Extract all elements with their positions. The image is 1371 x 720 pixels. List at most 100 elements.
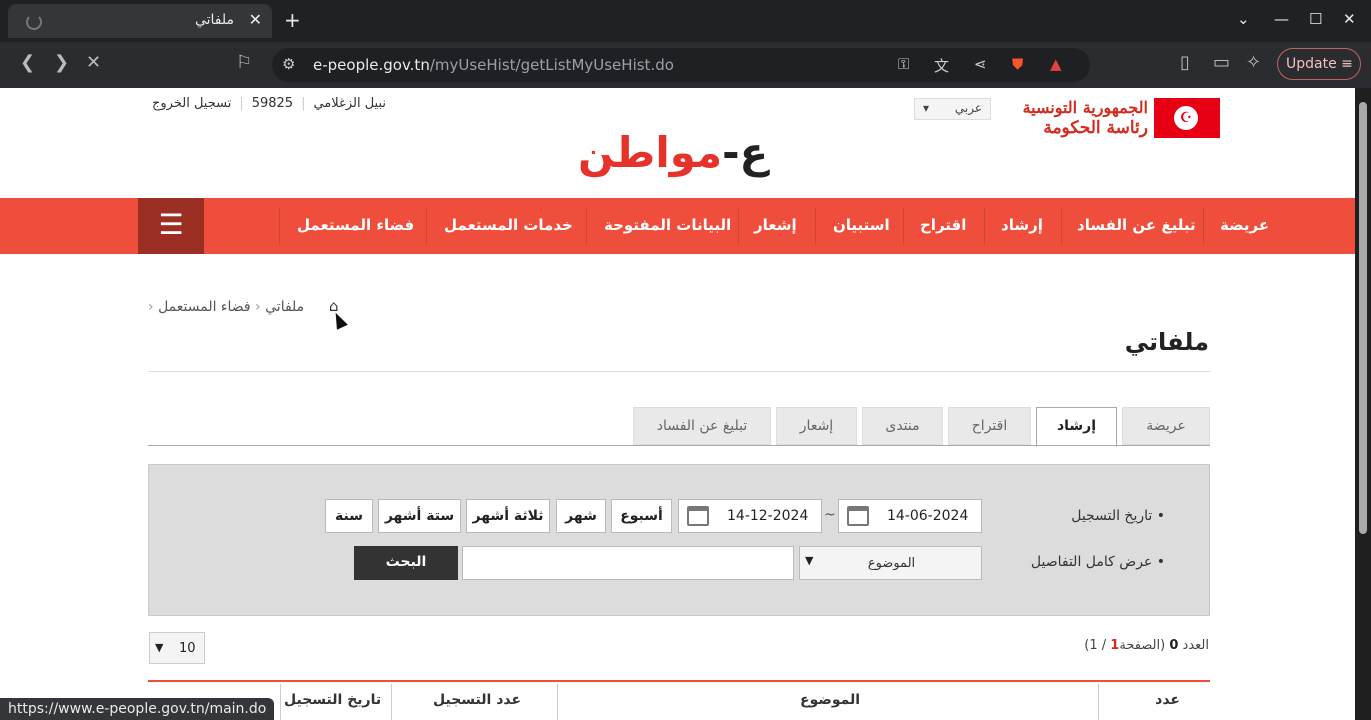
wallet-icon[interactable]: ▭ (1213, 52, 1230, 73)
breadcrumb-current: ملفاتي (265, 299, 305, 315)
date-to-field[interactable]: 14-12-2024 (678, 499, 822, 533)
period-6months-button[interactable]: ستة أشهر (378, 499, 461, 533)
language-value: عربي (954, 101, 982, 115)
url-path: /myUseHist/getListMyUseHist.do (429, 56, 674, 74)
back-icon[interactable]: ❮ (20, 52, 35, 73)
nav-item-survey[interactable]: استبيان (833, 216, 890, 234)
update-button[interactable]: Update ≡ (1277, 48, 1361, 80)
chevron-down-icon: ▼ (155, 641, 164, 654)
period-3months-button[interactable]: ثلاثة أشهر (466, 499, 550, 533)
calendar-icon[interactable] (847, 506, 869, 526)
translate-icon[interactable]: 文 (934, 55, 949, 76)
tab-forum[interactable]: منتدى (862, 407, 943, 445)
share-icon[interactable]: ⋖ (974, 55, 987, 73)
minimize-icon[interactable]: — (1274, 10, 1289, 28)
browser-tab[interactable]: ملفاتي ✕ (8, 4, 272, 38)
details-label: • عرض كامل التفاصيل (1030, 554, 1165, 570)
tab-suggestion[interactable]: اقتراح (948, 407, 1031, 445)
logout-link[interactable]: تسجيل الخروج (152, 96, 231, 111)
breadcrumb-user-space[interactable]: فضاء المستعمل (158, 299, 251, 315)
tab-notification[interactable]: إشعار (776, 407, 857, 445)
web-page: ☪ الجمهورية التونسية رئاسة الحكومة عربي ▾… (0, 88, 1355, 720)
date-from-field[interactable]: 14-06-2024 (838, 499, 982, 533)
search-input[interactable] (462, 546, 794, 580)
browser-tab-strip: ملفاتي ✕ + ⌄ — ☐ ✕ (0, 0, 1371, 42)
tab-search-icon[interactable]: ⌄ (1237, 10, 1250, 28)
breadcrumb: ملفاتي ‹ فضاء المستعمل ‹ (148, 299, 305, 315)
stop-loading-icon[interactable]: ✕ (86, 52, 101, 73)
user-bar: نبيل الزغلامي|59825|تسجيل الخروج (152, 96, 387, 111)
nav-item-petition[interactable]: عريضة (1220, 216, 1269, 234)
col-registration-number: عدد التسجيل (433, 692, 522, 708)
page-size-value: 10 (179, 641, 196, 656)
bookmark-icon[interactable]: ⚐ (236, 52, 252, 73)
page-current: 1 (1110, 638, 1120, 653)
logo-prefix: ع- (722, 128, 769, 177)
user-name[interactable]: نبيل الزغلامي (313, 96, 386, 111)
date-to-value: 14-12-2024 (727, 508, 809, 524)
tab-report-corruption[interactable]: تبليغ عن الفساد (633, 407, 771, 445)
hamburger-menu-icon[interactable]: ☰ (138, 198, 204, 254)
page-scrollbar[interactable] (1355, 88, 1371, 720)
calendar-icon[interactable] (687, 506, 709, 526)
page-total: / 1) (1084, 638, 1107, 653)
count-value: 0 (1169, 638, 1179, 653)
tab-guidance[interactable]: إرشاد (1036, 407, 1117, 447)
subject-select-value: الموضوع (867, 556, 916, 571)
brave-shield-icon[interactable]: ⛊ (1012, 55, 1023, 73)
nav-item-notification[interactable]: إشعار (754, 216, 797, 234)
address-bar[interactable]: ⚙ e-people.gov.tn/myUseHist/getListMyUse… (272, 48, 1090, 82)
nav-item-open-data[interactable]: البيانات المفتوحة (604, 216, 731, 234)
search-button[interactable]: البحث (354, 546, 458, 580)
url-text: e-people.gov.tn/myUseHist/getListMyUseHi… (313, 56, 674, 74)
menu-icon: ≡ (1341, 56, 1353, 72)
period-week-button[interactable]: أسبوع (611, 499, 672, 533)
loading-spinner-icon (26, 14, 42, 30)
new-tab-button[interactable]: + (284, 8, 301, 32)
nav-item-suggestion[interactable]: اقتراح (920, 216, 966, 234)
col-registration-date: تاريخ التسجيل (284, 692, 382, 708)
page-label: (الصفحة (1119, 638, 1166, 653)
sidebar-icon[interactable]: ▯ (1180, 52, 1190, 73)
results-count: العدد 0 (الصفحة1 / 1) (1084, 638, 1209, 653)
url-host: e-people.gov.tn (313, 56, 430, 74)
chevron-down-icon: ▾ (923, 101, 930, 115)
tab-title: ملفاتي (194, 12, 234, 28)
maximize-icon[interactable]: ☐ (1309, 10, 1322, 28)
period-year-button[interactable]: سنة (325, 499, 373, 533)
gov-title-line1: الجمهورية التونسية (1022, 98, 1148, 117)
scroll-thumb[interactable] (1359, 102, 1367, 534)
page-title: ملفاتي (1124, 328, 1209, 356)
results-table-header: عدد الموضوع عدد التسجيل تاريخ التسجيل (148, 680, 1210, 720)
e-people-logo[interactable]: ع-مواطن (578, 128, 768, 177)
nav-item-user-space[interactable]: فضاء المستعمل (297, 216, 414, 234)
status-bar: https://www.e-people.gov.tn/main.do (0, 698, 275, 720)
date-from-value: 14-06-2024 (887, 508, 969, 524)
language-select[interactable]: عربي ▾ (914, 98, 991, 120)
site-info-icon[interactable]: ⚙ (282, 55, 295, 73)
gov-title-line2: رئاسة الحكومة (1043, 118, 1148, 138)
tab-petition[interactable]: عريضة (1122, 407, 1210, 445)
col-subject: الموضوع (800, 692, 861, 708)
forward-icon[interactable]: ❯ (54, 52, 69, 73)
browser-toolbar: ❮ ❯ ✕ ⚐ ⚙ e-people.gov.tn/myUseHist/getL… (0, 42, 1371, 88)
tunisia-flag-logo[interactable]: ☪ (1154, 98, 1220, 138)
date-label-text: تاريخ التسجيل (1071, 508, 1153, 524)
brave-rewards-icon[interactable]: ▲ (1050, 55, 1062, 73)
close-window-icon[interactable]: ✕ (1343, 10, 1356, 28)
key-icon[interactable]: ⚿ (898, 55, 909, 73)
mouse-cursor-icon (330, 310, 348, 330)
col-number: عدد (1155, 692, 1180, 708)
nav-item-report-corruption[interactable]: تبليغ عن الفساد (1077, 216, 1196, 234)
logo-text: مواطن (578, 128, 723, 177)
leo-ai-icon[interactable]: ✧ (1246, 52, 1261, 73)
subject-select[interactable]: ▼ الموضوع (799, 546, 982, 580)
tab-close-icon[interactable]: ✕ (249, 10, 262, 29)
main-nav: ☰ عريضة تبليغ عن الفساد إرشاد اقتراح است… (0, 198, 1355, 254)
date-range-separator: ~ (824, 507, 836, 523)
count-label: العدد (1182, 638, 1209, 653)
period-month-button[interactable]: شهر (556, 499, 606, 533)
page-size-select[interactable]: ▼ 10 (149, 632, 205, 664)
nav-item-user-services[interactable]: خدمات المستعمل (444, 216, 573, 234)
nav-item-guidance[interactable]: إرشاد (1001, 216, 1043, 234)
